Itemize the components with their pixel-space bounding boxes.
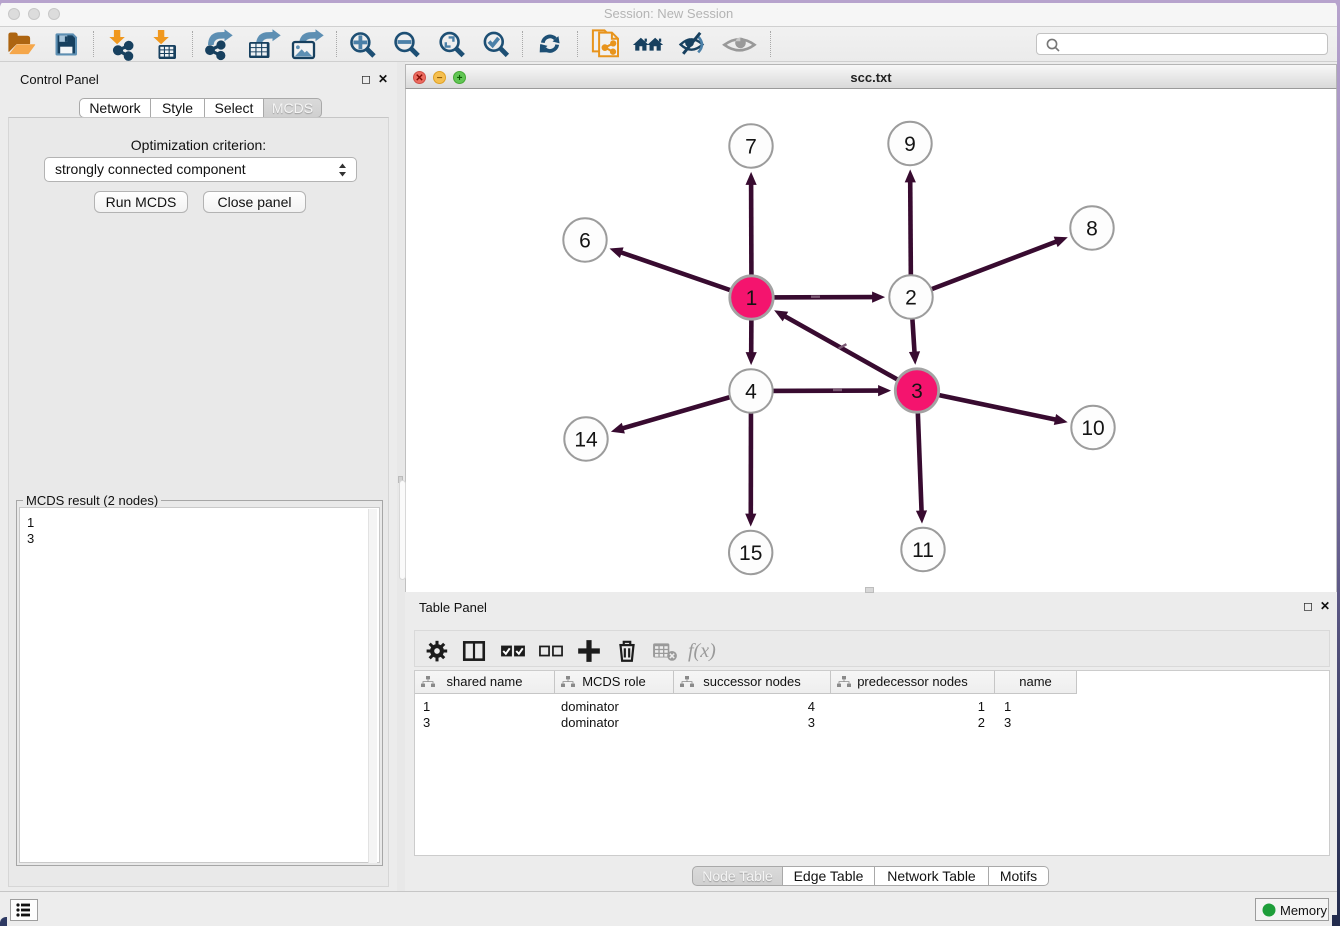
- svg-text:3: 3: [911, 380, 923, 403]
- svg-text:15: 15: [739, 542, 762, 565]
- svg-text:6: 6: [579, 230, 591, 253]
- svg-text:10: 10: [1081, 417, 1104, 440]
- svg-text:9: 9: [904, 133, 916, 156]
- svg-text:8: 8: [1086, 218, 1098, 241]
- svg-text:2: 2: [905, 287, 917, 310]
- svg-text:4: 4: [745, 381, 757, 404]
- svg-text:7: 7: [745, 136, 757, 159]
- svg-text:14: 14: [574, 429, 598, 452]
- svg-text:11: 11: [912, 539, 934, 562]
- svg-text:1: 1: [746, 287, 758, 310]
